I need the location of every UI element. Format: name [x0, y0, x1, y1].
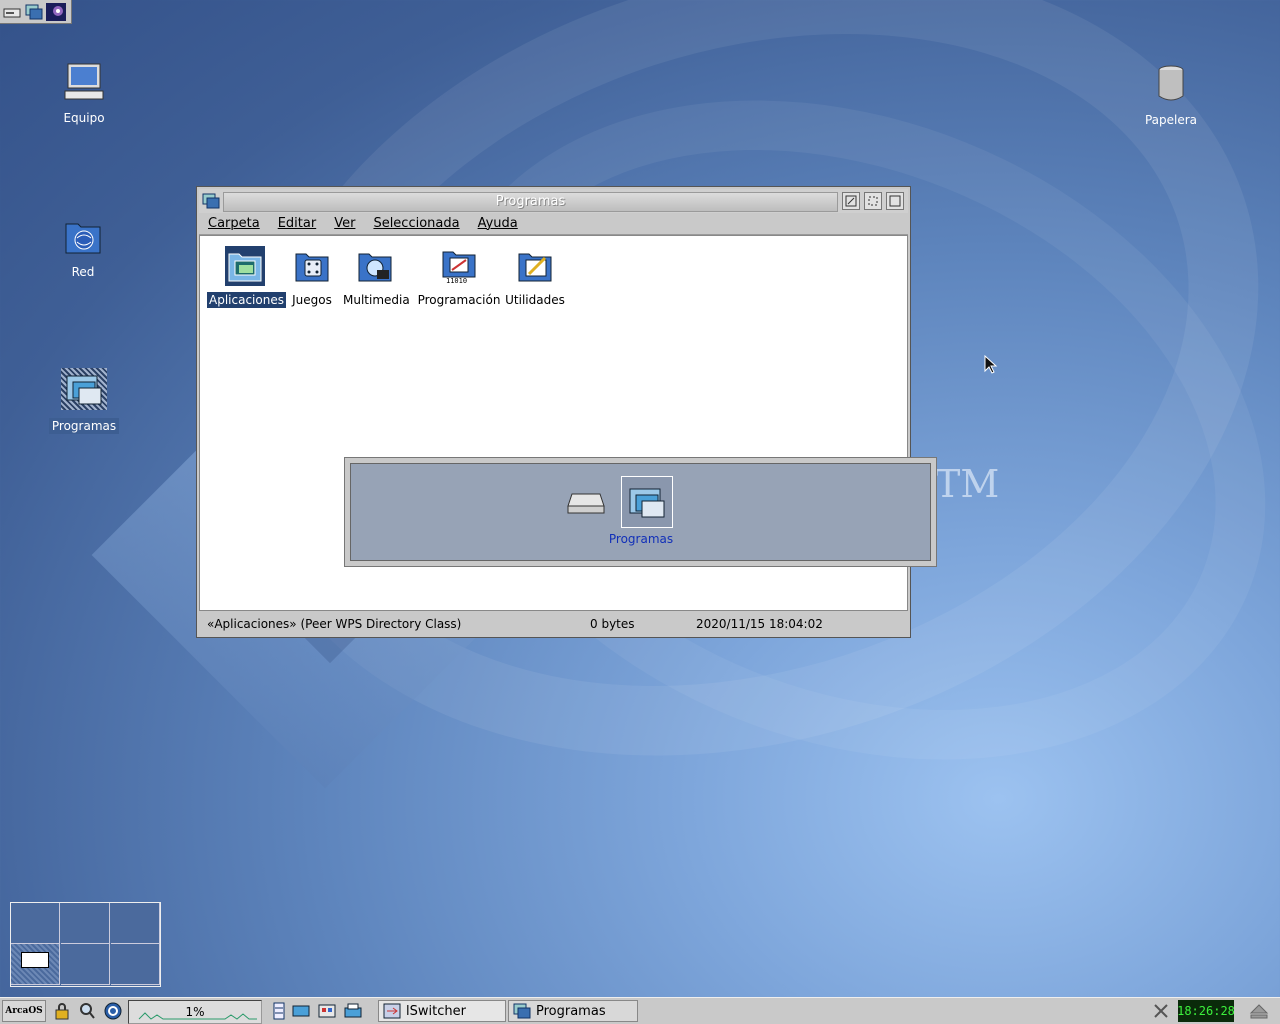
close-task-icon[interactable]	[1150, 1000, 1172, 1022]
task-programas[interactable]: Programas	[508, 1000, 638, 1022]
task-switcher: Programas	[344, 457, 937, 567]
pager-cell[interactable]	[61, 903, 110, 944]
title-bar[interactable]: Programas	[199, 189, 908, 214]
pager-cell-active[interactable]	[11, 944, 60, 985]
switcher-app-icon	[383, 1003, 401, 1019]
drive-icon	[567, 493, 605, 514]
pager-window-thumbnail	[21, 952, 49, 968]
menu-seleccionada[interactable]: Seleccionada	[364, 216, 468, 231]
desktop-icon-red[interactable]: Red	[38, 216, 128, 280]
power-icon[interactable]	[102, 1000, 124, 1022]
cpu-load-value: 1%	[185, 1005, 205, 1019]
system-menu-icon[interactable]	[201, 192, 221, 210]
menu-editar[interactable]: Editar	[269, 216, 326, 231]
trash-icon	[1151, 64, 1191, 104]
pager-cell[interactable]	[61, 944, 110, 985]
clock[interactable]: 18:26:28	[1177, 1000, 1235, 1022]
programs-folder-icon	[513, 1003, 531, 1019]
status-date: 2020/11/15 18:04:02	[696, 617, 823, 631]
wallpaper-trademark: TM	[935, 462, 1000, 506]
switcher-caption: Programas	[608, 532, 674, 546]
system-setup-icon[interactable]	[316, 1000, 338, 1022]
taskbar: ArcaOS 1% lSwitcher Programas 18:26:28	[0, 997, 1280, 1024]
restore-icon	[868, 196, 878, 206]
folder-item-juegos[interactable]: Juegos	[287, 246, 337, 308]
folder-item-utilidades[interactable]: Utilidades	[502, 246, 568, 308]
programs-folder-icon	[61, 368, 107, 410]
folder-item-label: Juegos	[292, 293, 332, 307]
restore-button[interactable]	[864, 192, 882, 210]
desktop-pager[interactable]	[10, 902, 161, 987]
menu-ayuda[interactable]: Ayuda	[469, 216, 527, 231]
maximize-button[interactable]	[886, 192, 904, 210]
desktop-icon-label: Papelera	[1144, 113, 1198, 127]
desktop-icon-label: Equipo	[63, 111, 105, 125]
switcher-item-programas[interactable]	[621, 476, 673, 528]
folder-item-aplicaciones[interactable]: Aplicaciones	[207, 246, 286, 308]
mini-launcher	[0, 0, 72, 24]
desktop-icon-papelera[interactable]: Papelera	[1126, 64, 1216, 128]
folder-item-label: Aplicaciones	[207, 292, 286, 308]
status-size: 0 bytes	[590, 617, 635, 631]
switcher-item-desktop[interactable]	[561, 476, 611, 526]
folder-item-label: Multimedia	[343, 293, 410, 307]
galaxy-icon[interactable]	[46, 2, 66, 21]
search-icon[interactable]	[76, 1000, 98, 1022]
window-title: Programas	[223, 192, 838, 212]
maximize-icon	[889, 195, 901, 207]
games-folder-icon	[292, 246, 332, 286]
status-bar: «Aplicaciones» (Peer WPS Directory Class…	[199, 613, 908, 635]
utilities-folder-icon	[515, 246, 555, 286]
network-folder-icon	[63, 216, 103, 256]
desktop-icon-programas[interactable]: Programas	[39, 368, 129, 434]
eject-icon[interactable]	[1246, 1000, 1272, 1022]
windows-icon[interactable]	[24, 3, 44, 21]
minimize-icon	[845, 195, 857, 207]
pager-cell[interactable]	[111, 903, 160, 944]
task-label: lSwitcher	[406, 1003, 466, 1019]
programs-folder-icon	[629, 488, 665, 518]
folder-window: Programas Carpeta Editar Ver Seleccionad…	[196, 186, 911, 638]
pager-cell[interactable]	[111, 944, 160, 985]
pager-cell[interactable]	[11, 903, 60, 944]
multimedia-folder-icon	[355, 246, 395, 286]
svg-text:11010: 11010	[446, 277, 467, 284]
applications-folder-icon	[225, 246, 265, 286]
printer-icon[interactable]	[342, 1000, 364, 1022]
menu-carpeta[interactable]: Carpeta	[199, 216, 269, 231]
desktop-icon-equipo[interactable]: Equipo	[39, 62, 129, 126]
menu-ver[interactable]: Ver	[325, 216, 364, 231]
task-lswitcher[interactable]: lSwitcher	[378, 1000, 506, 1022]
folder-item-multimedia[interactable]: Multimedia	[341, 246, 410, 308]
mouse-pointer-icon	[984, 355, 998, 374]
window-list-icon[interactable]	[270, 1000, 288, 1022]
desktop-icon-label: Programas	[48, 418, 120, 434]
task-label: Programas	[536, 1003, 606, 1019]
drives-icon[interactable]	[290, 1000, 312, 1022]
programming-folder-icon: 11010	[439, 246, 479, 286]
folder-item-label: Utilidades	[505, 293, 565, 307]
folder-item-programacion[interactable]: 11010 Programación	[414, 246, 504, 308]
status-object: «Aplicaciones» (Peer WPS Directory Class…	[207, 617, 462, 631]
minimize-button[interactable]	[842, 192, 860, 210]
menu-bar: Carpeta Editar Ver Seleccionada Ayuda	[199, 213, 908, 235]
cpu-monitor: 1%	[128, 1000, 262, 1024]
lock-icon[interactable]	[51, 1000, 73, 1022]
folder-item-label: Programación	[417, 293, 501, 307]
drive-icon[interactable]	[2, 3, 22, 21]
start-button[interactable]: ArcaOS	[2, 1000, 46, 1022]
desktop-icon-label: Red	[71, 265, 95, 279]
task-switcher-panel: Programas	[350, 463, 931, 561]
computer-icon	[64, 62, 104, 102]
